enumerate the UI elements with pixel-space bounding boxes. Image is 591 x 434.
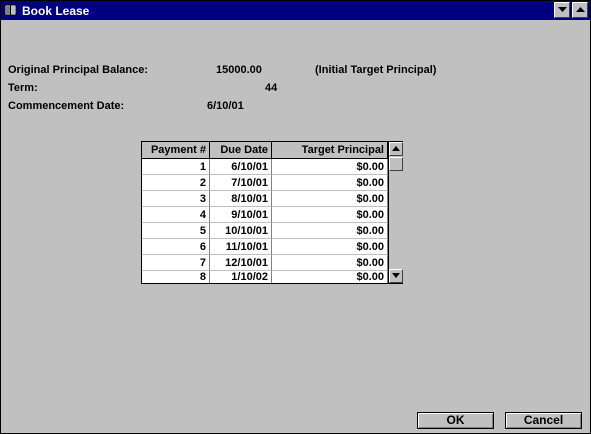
table-row[interactable]: 2 7/10/01 $0.00 (142, 175, 388, 191)
term-value: 44 (265, 82, 278, 94)
commencement-date-label: Commencement Date: (8, 100, 125, 112)
arrow-down-icon (392, 273, 400, 278)
scroll-down-button[interactable] (389, 269, 403, 283)
payment-number-cell[interactable]: 8 (142, 271, 210, 283)
due-date-cell[interactable]: 12/10/01 (210, 255, 272, 271)
table-row[interactable]: 8 1/10/02 $0.00 (142, 271, 388, 283)
target-principal-cell[interactable]: $0.00 (272, 271, 388, 283)
maximize-icon (576, 7, 585, 12)
table-row[interactable]: 6 11/10/01 $0.00 (142, 239, 388, 255)
vertical-scrollbar[interactable] (388, 142, 403, 283)
table-row[interactable]: 7 12/10/01 $0.00 (142, 255, 388, 271)
payment-number-cell[interactable]: 3 (142, 191, 210, 207)
due-date-cell[interactable]: 10/10/01 (210, 223, 272, 239)
payment-schedule-grid[interactable]: Payment # Due Date Target Principal 1 6/… (141, 141, 403, 284)
ok-button[interactable]: OK (417, 412, 494, 429)
cancel-button-label: Cancel (523, 413, 564, 427)
target-principal-cell[interactable]: $0.00 (272, 223, 388, 239)
payment-number-cell[interactable]: 1 (142, 159, 210, 175)
due-date-cell[interactable]: 9/10/01 (210, 207, 272, 223)
cancel-button[interactable]: Cancel (505, 412, 582, 429)
table-row[interactable]: 4 9/10/01 $0.00 (142, 207, 388, 223)
maximize-button[interactable] (572, 2, 588, 18)
table-row[interactable]: 1 6/10/01 $0.00 (142, 159, 388, 175)
due-date-cell[interactable]: 7/10/01 (210, 175, 272, 191)
minimize-button[interactable] (554, 2, 570, 18)
due-date-cell[interactable]: 6/10/01 (210, 159, 272, 175)
table-row[interactable]: 3 8/10/01 $0.00 (142, 191, 388, 207)
original-principal-note: (Initial Target Principal) (315, 64, 437, 76)
payment-number-cell[interactable]: 7 (142, 255, 210, 271)
payment-number-cell[interactable]: 4 (142, 207, 210, 223)
term-label: Term: (8, 82, 38, 94)
due-date-cell[interactable]: 8/10/01 (210, 191, 272, 207)
column-header-payment[interactable]: Payment # (142, 142, 210, 158)
minimize-icon (558, 7, 567, 12)
due-date-cell[interactable]: 1/10/02 (210, 271, 272, 283)
grid-header: Payment # Due Date Target Principal (142, 142, 388, 159)
table-row[interactable]: 5 10/10/01 $0.00 (142, 223, 388, 239)
payment-number-cell[interactable]: 5 (142, 223, 210, 239)
arrow-up-icon (392, 146, 400, 151)
book-icon[interactable] (4, 3, 18, 17)
scroll-up-button[interactable] (389, 142, 403, 156)
target-principal-cell[interactable]: $0.00 (272, 207, 388, 223)
target-principal-cell[interactable]: $0.00 (272, 239, 388, 255)
target-principal-cell[interactable]: $0.00 (272, 191, 388, 207)
original-principal-label: Original Principal Balance: (8, 64, 148, 76)
book-lease-window: Book Lease Original Principal Balance: 1… (0, 0, 591, 434)
due-date-cell[interactable]: 11/10/01 (210, 239, 272, 255)
column-header-due-date[interactable]: Due Date (210, 142, 272, 158)
target-principal-cell[interactable]: $0.00 (272, 175, 388, 191)
window-title: Book Lease (22, 4, 90, 18)
scroll-track[interactable] (389, 172, 403, 268)
commencement-date-value: 6/10/01 (207, 100, 244, 112)
original-principal-value: 15000.00 (216, 64, 262, 76)
column-header-target-principal[interactable]: Target Principal (272, 142, 388, 158)
ok-button-label: OK (446, 413, 465, 427)
payment-number-cell[interactable]: 6 (142, 239, 210, 255)
payment-number-cell[interactable]: 2 (142, 175, 210, 191)
scroll-thumb[interactable] (389, 157, 403, 171)
target-principal-cell[interactable]: $0.00 (272, 255, 388, 271)
title-bar[interactable]: Book Lease (1, 1, 590, 20)
target-principal-cell[interactable]: $0.00 (272, 159, 388, 175)
